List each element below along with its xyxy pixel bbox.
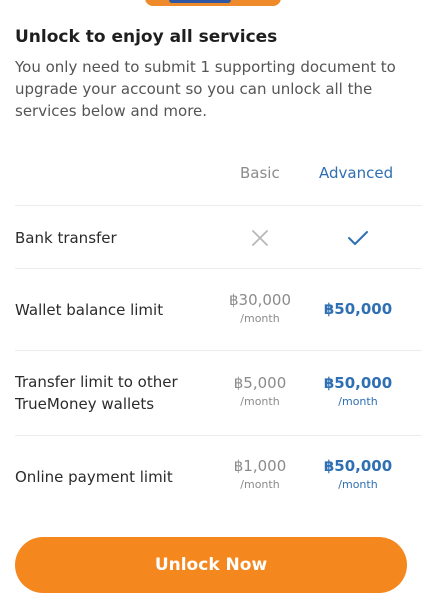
basic-wallet-balance-value: ฿30,000: [228, 291, 292, 309]
divider: [15, 268, 422, 269]
basic-online-payment-value: ฿1,000: [233, 457, 287, 475]
divider: [15, 205, 422, 206]
basic-wallet-balance-cell: ฿30,000 /month: [215, 291, 305, 325]
basic-online-payment-cell: ฿1,000 /month: [215, 457, 305, 491]
header-illustration: [145, 0, 281, 6]
advanced-online-payment-value: ฿50,000: [323, 457, 393, 475]
check-icon: [347, 229, 369, 251]
row-label-bank-transfer: Bank transfer: [15, 229, 117, 247]
basic-bank-transfer-cell: [215, 229, 305, 251]
column-header-basic: Basic: [240, 164, 280, 182]
basic-transfer-limit-value: ฿5,000: [233, 374, 287, 392]
basic-transfer-limit-unit: /month: [240, 395, 280, 408]
card-illustration: [169, 0, 231, 3]
advanced-wallet-balance-cell: ฿50,000: [310, 300, 406, 318]
advanced-transfer-limit-cell: ฿50,000 /month: [310, 374, 406, 408]
page-title: Unlock to enjoy all services: [15, 27, 278, 47]
advanced-transfer-limit-unit: /month: [338, 395, 378, 408]
advanced-bank-transfer-cell: [310, 229, 406, 251]
advanced-wallet-balance-value: ฿50,000: [323, 300, 393, 318]
basic-wallet-balance-unit: /month: [240, 312, 280, 325]
advanced-online-payment-unit: /month: [338, 478, 378, 491]
basic-transfer-limit-cell: ฿5,000 /month: [215, 374, 305, 408]
divider: [15, 435, 422, 436]
cross-icon: [251, 229, 269, 251]
row-label-transfer-limit: Transfer limit to other TrueMoney wallet…: [15, 373, 178, 413]
row-label-wallet-balance-limit: Wallet balance limit: [15, 301, 164, 319]
advanced-transfer-limit-value: ฿50,000: [323, 374, 393, 392]
basic-online-payment-unit: /month: [240, 478, 280, 491]
advanced-online-payment-cell: ฿50,000 /month: [310, 457, 406, 491]
unlock-now-button[interactable]: Unlock Now: [15, 537, 407, 593]
page-description: You only need to submit 1 supporting doc…: [15, 58, 396, 120]
row-label-online-payment-limit: Online payment limit: [15, 468, 173, 486]
column-header-advanced: Advanced: [319, 164, 394, 182]
divider: [15, 350, 422, 351]
